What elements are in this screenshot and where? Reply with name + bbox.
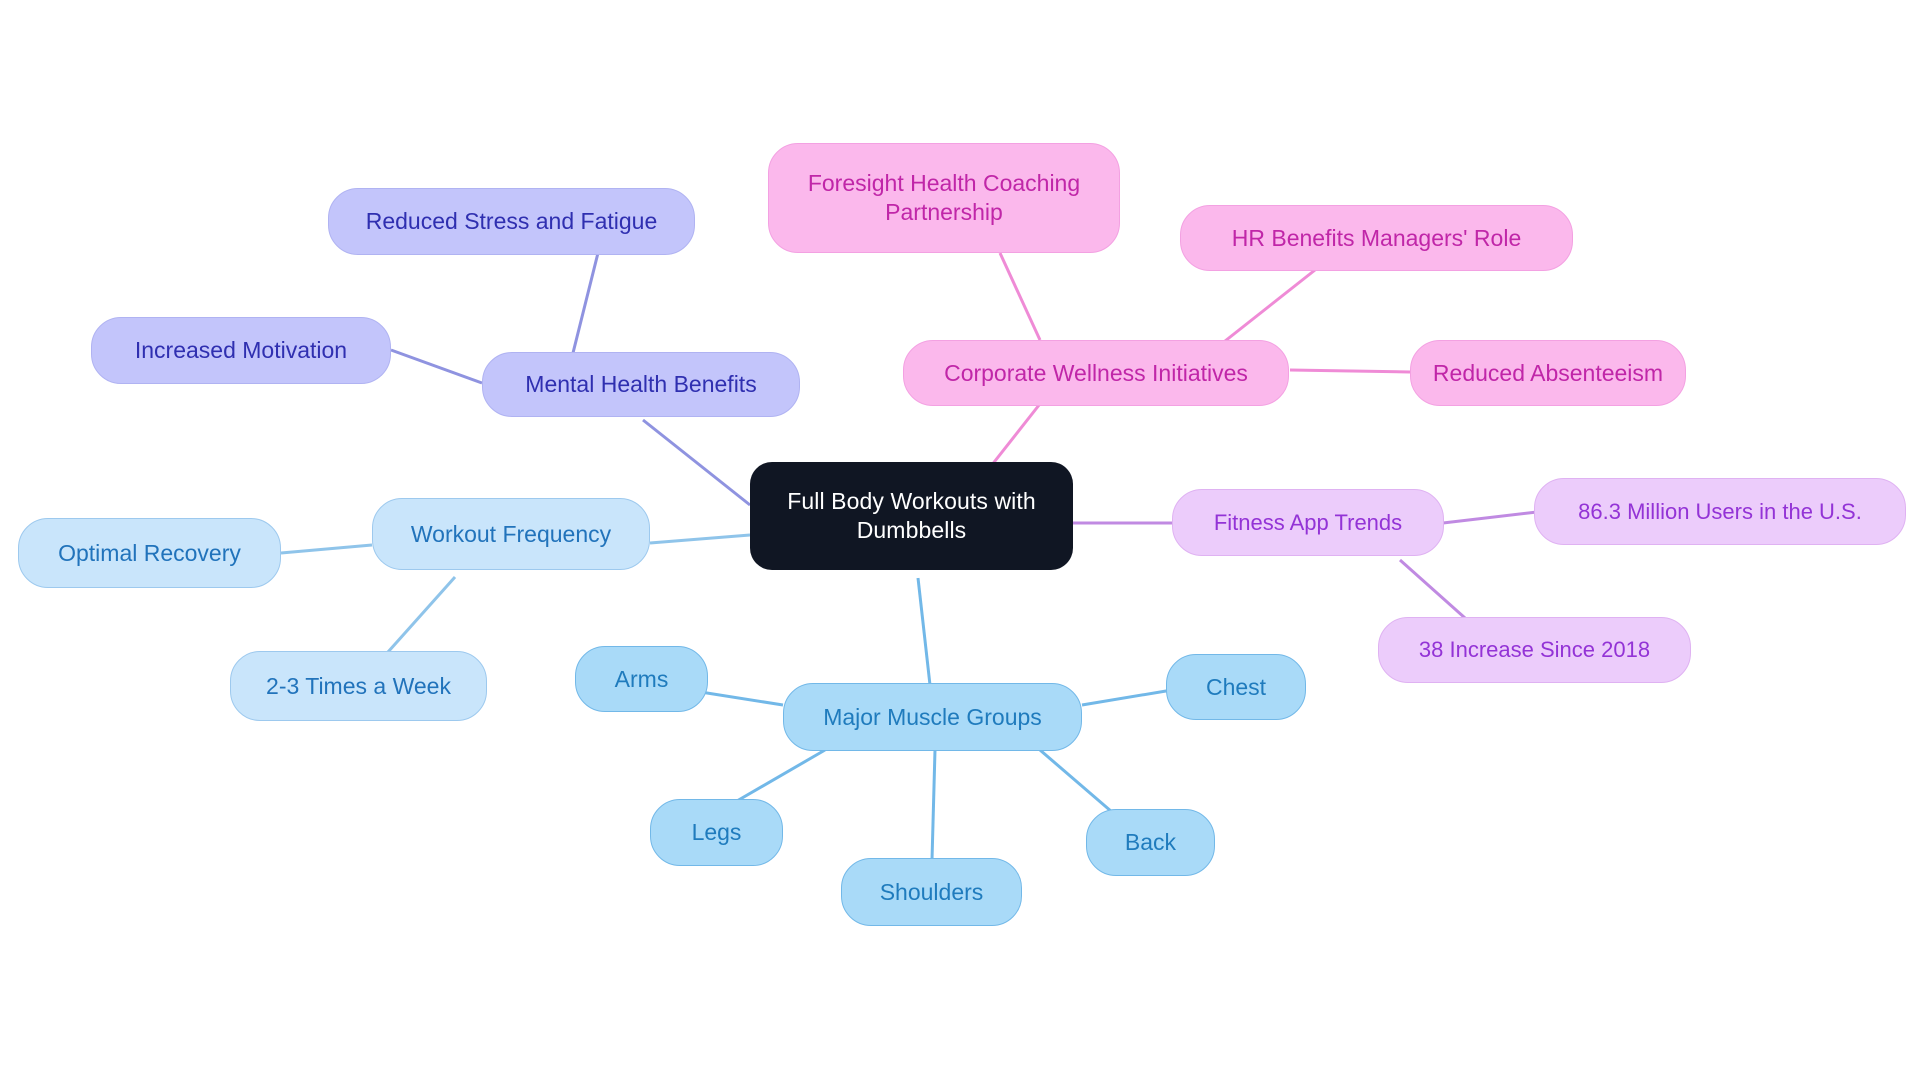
node-back[interactable]: Back	[1086, 809, 1215, 876]
node-2-3-times-a-week[interactable]: 2-3 Times a Week	[230, 651, 487, 721]
node-foresight-health-coaching-partnership[interactable]: Foresight Health Coaching Partnership	[768, 143, 1120, 253]
node-shoulders[interactable]: Shoulders	[841, 858, 1022, 926]
node-optimal-recovery[interactable]: Optimal Recovery	[18, 518, 281, 588]
edge-major-muscle-groups-legs	[729, 748, 826, 807]
node-root[interactable]: Full Body Workouts with Dumbbells	[750, 462, 1073, 570]
node-86-3-million-users-in-the-us[interactable]: 86.3 Million Users in the U.S.	[1534, 478, 1906, 545]
edge-corporate-wellness-foresight	[998, 252, 1042, 341]
node-reduced-absenteeism[interactable]: Reduced Absenteeism	[1410, 340, 1686, 406]
node-reduced-stress-and-fatigue[interactable]: Reduced Stress and Fatigue	[328, 188, 695, 255]
edge-major-muscle-groups-shoulders	[930, 749, 937, 861]
edge-corporate-wellness-reduced-absenteeism	[1289, 368, 1411, 374]
edge-fitness-app-trends-increase-2018	[1399, 558, 1466, 620]
edge-mental-health-reduced-stress	[568, 252, 600, 366]
mindmap-canvas: Full Body Workouts with Dumbbells Mental…	[0, 0, 1920, 1083]
node-major-muscle-groups[interactable]: Major Muscle Groups	[783, 683, 1082, 751]
edge-root-major-muscle-groups	[916, 577, 932, 686]
node-corporate-wellness-initiatives[interactable]: Corporate Wellness Initiatives	[903, 340, 1289, 406]
node-38-increase-since-2018[interactable]: 38 Increase Since 2018	[1378, 617, 1691, 683]
node-workout-frequency[interactable]: Workout Frequency	[372, 498, 650, 570]
node-increased-motivation[interactable]: Increased Motivation	[91, 317, 391, 384]
edge-major-muscle-groups-chest	[1081, 688, 1173, 707]
node-chest[interactable]: Chest	[1166, 654, 1306, 720]
node-fitness-app-trends[interactable]: Fitness App Trends	[1172, 489, 1444, 556]
edge-workout-frequency-times-a-week	[386, 576, 457, 653]
edge-fitness-app-trends-users-us	[1442, 510, 1538, 525]
node-arms[interactable]: Arms	[575, 646, 708, 712]
edge-corporate-wellness-hr-benefits	[1219, 268, 1316, 347]
node-hr-benefits-managers-role[interactable]: HR Benefits Managers' Role	[1180, 205, 1573, 271]
edge-major-muscle-groups-back	[1039, 748, 1113, 814]
edge-workout-frequency-optimal-recovery	[280, 543, 373, 555]
edge-root-workout-frequency	[649, 533, 751, 545]
node-mental-health-benefits[interactable]: Mental Health Benefits	[482, 352, 800, 417]
edge-root-mental-health	[642, 418, 751, 507]
node-legs[interactable]: Legs	[650, 799, 783, 866]
edge-mental-health-increased-motivation	[390, 348, 483, 385]
